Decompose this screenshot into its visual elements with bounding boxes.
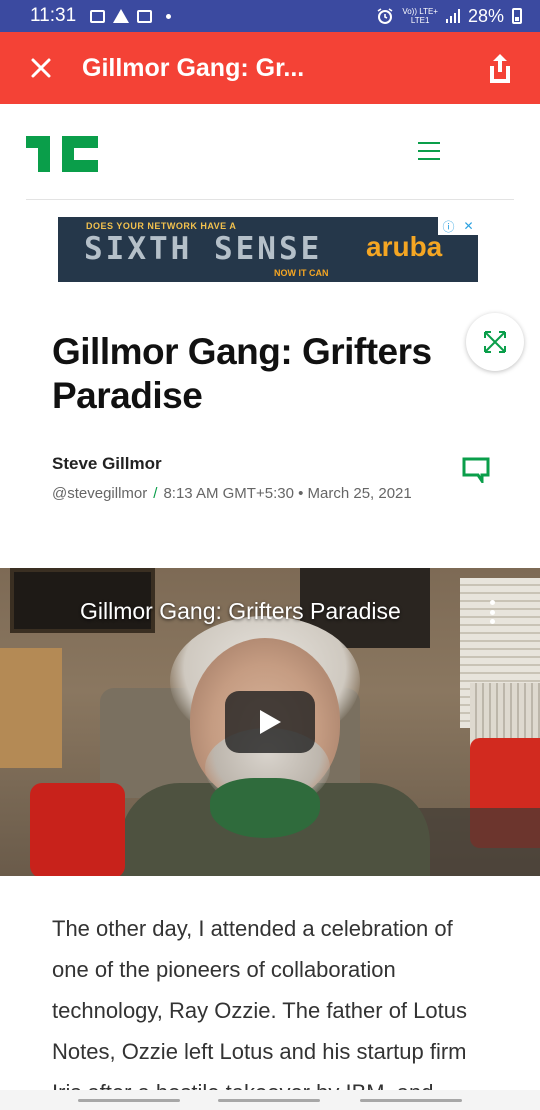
article-meta: @stevegillmor / 8:13 AM GMT+5:30 • March 2… <box>52 480 432 508</box>
ad-choices[interactable]: ⓘ ✕ <box>438 217 478 235</box>
video-scene-scarf <box>210 778 320 838</box>
ad-brand: aruba <box>366 231 443 262</box>
author-name[interactable]: Steve Gillmor <box>52 454 162 474</box>
ad-close-icon[interactable]: ✕ <box>463 219 473 233</box>
status-time: 11:31 <box>30 5 77 26</box>
gallery-notification-icon <box>90 9 106 23</box>
network-type: Vo)) LTE+ LTE1 <box>402 7 438 25</box>
article-title: Gillmor Gang: Grifters Paradise <box>52 331 432 416</box>
video-more-button[interactable] <box>488 600 496 624</box>
network-top-label: Vo)) LTE+ <box>402 7 438 16</box>
signal-icon <box>445 9 460 23</box>
status-bar: 11:31 Vo)) LTE+ LTE1 28% <box>0 0 540 32</box>
ad-line-3: NOW IT CAN <box>274 268 329 278</box>
more-dot <box>489 600 495 605</box>
nav-gesture-left[interactable] <box>78 1099 180 1102</box>
meta-separator: / <box>153 485 158 502</box>
video-scene-shelf <box>0 648 62 768</box>
ad-line-2: SIXTH SENSE <box>84 231 323 267</box>
article-datetime: 8:13 AM GMT+5:30 • March 25, 2021 <box>163 485 412 502</box>
gesture-navigation-bar <box>0 1090 540 1110</box>
menu-line <box>418 150 440 152</box>
ad-line-1: DOES YOUR NETWORK HAVE A <box>86 221 237 231</box>
ad-info-icon[interactable]: ⓘ <box>442 218 454 235</box>
play-icon <box>260 710 281 734</box>
video-scene-chair <box>30 783 125 876</box>
site-header <box>26 104 514 200</box>
alarm-icon <box>377 8 393 24</box>
close-button[interactable] <box>0 32 82 104</box>
share-button[interactable] <box>460 32 540 104</box>
expand-arrows-icon <box>484 331 506 353</box>
video-play-button[interactable] <box>225 691 315 753</box>
close-icon <box>31 58 51 78</box>
expand-button[interactable] <box>466 313 524 371</box>
techcrunch-logo[interactable] <box>26 136 98 172</box>
author-handle[interactable]: @stevegillmor <box>52 485 147 502</box>
check-notification-icon <box>137 9 153 23</box>
share-icon <box>490 54 510 83</box>
app-bar: Gillmor Gang: Gr... <box>0 32 540 104</box>
comment-icon[interactable] <box>462 457 490 483</box>
more-dot <box>489 619 495 624</box>
hamburger-menu-button[interactable] <box>418 140 442 162</box>
menu-line <box>418 158 440 160</box>
ad-banner[interactable]: DOES YOUR NETWORK HAVE A SIXTH SENSE NOW… <box>58 217 478 282</box>
alert-notification-icon <box>113 9 130 23</box>
nav-gesture-right[interactable] <box>360 1099 462 1102</box>
app-bar-title: Gillmor Gang: Gr... <box>82 53 305 82</box>
video-title[interactable]: Gillmor Gang: Grifters Paradise <box>80 598 401 625</box>
battery-icon <box>512 8 522 24</box>
menu-line <box>418 142 440 144</box>
battery-percent: 28% <box>467 5 504 26</box>
more-dot <box>489 609 495 615</box>
more-notifications-icon <box>166 13 172 19</box>
article-body: The other day, I attended a celebration … <box>52 916 467 1090</box>
nav-gesture-home[interactable] <box>218 1099 320 1102</box>
video-player[interactable]: Gillmor Gang: Grifters Paradise <box>0 568 540 876</box>
network-bottom-label: LTE1 <box>410 16 430 25</box>
